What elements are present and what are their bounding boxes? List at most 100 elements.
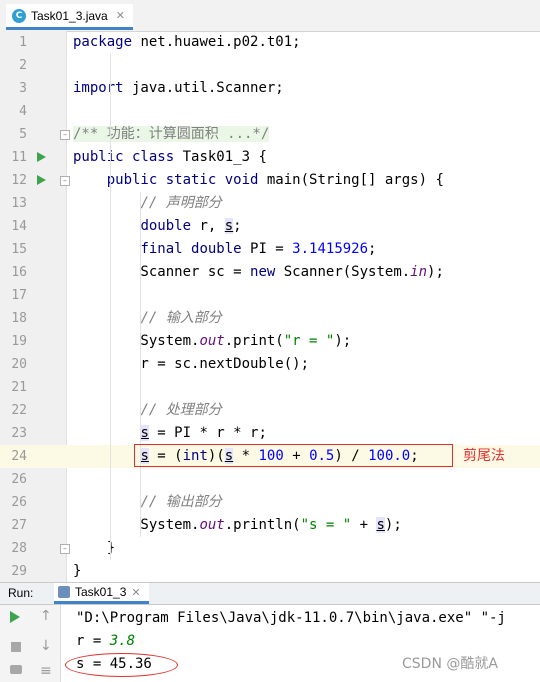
code-line[interactable]: 14 double r, s; bbox=[0, 215, 540, 238]
code-text: // 声明部分 bbox=[140, 195, 222, 211]
result-ellipse bbox=[65, 653, 178, 677]
line-number: 18 bbox=[11, 311, 27, 326]
code-text: public static void main(String[] args) { bbox=[106, 172, 444, 188]
watermark: CSDN @酷就A bbox=[402, 656, 498, 672]
code-line[interactable]: 26 bbox=[0, 468, 540, 491]
editor-tab-label: Task01_3.java bbox=[31, 8, 108, 23]
console-toolbar: ↑ ↓ ≡ bbox=[0, 605, 61, 682]
input-prompt: r = bbox=[76, 633, 110, 649]
code-line[interactable]: 21 bbox=[0, 376, 540, 399]
code-line[interactable]: 5 –/** 功能：计算圆面积 ...*/ bbox=[0, 123, 540, 146]
code-text: } bbox=[73, 540, 116, 556]
line-number: 28 bbox=[11, 541, 27, 556]
run-gutter-icon[interactable] bbox=[37, 152, 46, 162]
code-line[interactable]: 22 // 处理部分 bbox=[0, 399, 540, 422]
code-text: System.out.println("s = " + s); bbox=[73, 517, 402, 533]
line-number: 13 bbox=[11, 196, 27, 211]
code-text: Scanner sc = new Scanner(System.in); bbox=[73, 264, 444, 280]
line-number: 19 bbox=[11, 334, 27, 349]
code-text: double r, s; bbox=[140, 218, 242, 234]
code-line[interactable]: 3 import java.util.Scanner; bbox=[0, 77, 540, 100]
line-number: 26 bbox=[11, 495, 27, 510]
editor-tab-task01-3[interactable]: C Task01_3.java ✕ bbox=[6, 4, 133, 30]
code-line[interactable]: 27 System.out.println("s = " + s); bbox=[0, 514, 540, 537]
code-line[interactable]: 16 Scanner sc = new Scanner(System.in); bbox=[0, 261, 540, 284]
line-number: 20 bbox=[11, 357, 27, 372]
run-tool-bar: Run: Task01_3 ✕ bbox=[0, 582, 540, 605]
indent-guide bbox=[110, 54, 111, 560]
line-number: 24 bbox=[11, 449, 27, 464]
run-tab-label: Task01_3 bbox=[75, 585, 127, 599]
line-number: 12 bbox=[11, 173, 27, 188]
console-command-line: "D:\Program Files\Java\jdk-11.0.7\bin\ja… bbox=[76, 610, 506, 626]
code-text: // 输出部分 bbox=[140, 494, 222, 510]
code-line[interactable]: 18 // 输入部分 bbox=[0, 307, 540, 330]
code-text: import java.util.Scanner; bbox=[73, 80, 284, 96]
rerun-icon[interactable] bbox=[10, 611, 20, 623]
code-text: r = sc.nextDouble(); bbox=[73, 356, 310, 372]
fold-icon[interactable]: – bbox=[60, 176, 70, 186]
annotation-note: 剪尾法 bbox=[463, 448, 505, 464]
code-text: System.out.print("r = "); bbox=[73, 333, 352, 349]
indent-guide bbox=[140, 192, 141, 537]
input-value: 3.8 bbox=[109, 633, 136, 649]
line-number: 22 bbox=[11, 403, 27, 418]
code-line[interactable]: 17 bbox=[0, 284, 540, 307]
soft-wrap-icon[interactable]: ≡ bbox=[40, 663, 52, 679]
line-number: 23 bbox=[11, 426, 27, 441]
line-number: 21 bbox=[11, 380, 27, 395]
code-text: s = PI * r * r; bbox=[140, 425, 267, 441]
line-number: 1 bbox=[19, 35, 27, 50]
console-input-line: r = 3.8 bbox=[76, 630, 135, 653]
run-config-icon bbox=[58, 586, 70, 598]
line-number: 16 bbox=[11, 265, 27, 280]
line-number: 5 bbox=[19, 127, 27, 142]
code-text: public class Task01_3 { bbox=[73, 149, 267, 165]
close-icon[interactable]: ✕ bbox=[116, 9, 125, 22]
line-number: 14 bbox=[11, 219, 27, 234]
line-number: 3 bbox=[19, 81, 27, 96]
code-line[interactable]: 26 // 输出部分 bbox=[0, 491, 540, 514]
line-number: 29 bbox=[11, 564, 27, 579]
code-text: /** 功能：计算圆面积 ...*/ bbox=[73, 126, 270, 142]
arrow-down-icon[interactable]: ↓ bbox=[40, 638, 52, 654]
line-number: 26 bbox=[11, 472, 27, 487]
line-number: 4 bbox=[19, 104, 27, 119]
code-line[interactable]: 13 // 声明部分 bbox=[0, 192, 540, 215]
fold-icon[interactable]: – bbox=[60, 130, 70, 140]
run-label: Run: bbox=[8, 586, 34, 600]
line-number: 17 bbox=[11, 288, 27, 303]
code-line[interactable]: 28 – } bbox=[0, 537, 540, 560]
stop-icon[interactable] bbox=[11, 642, 21, 652]
line-number: 27 bbox=[11, 518, 27, 533]
code-line[interactable]: 29} bbox=[0, 560, 540, 583]
code-text: package net.huawei.p02.t01; bbox=[73, 34, 301, 50]
run-console[interactable]: ↑ ↓ ≡ "D:\Program Files\Java\jdk-11.0.7\… bbox=[0, 605, 540, 682]
code-line[interactable]: 2 bbox=[0, 54, 540, 77]
close-icon[interactable]: ✕ bbox=[131, 586, 140, 599]
code-text: // 处理部分 bbox=[140, 402, 222, 418]
run-gutter-icon[interactable] bbox=[37, 175, 46, 185]
code-line[interactable]: 20 r = sc.nextDouble(); bbox=[0, 353, 540, 376]
code-line[interactable]: 15 final double PI = 3.1415926; bbox=[0, 238, 540, 261]
code-line[interactable]: 23 s = PI * r * r; bbox=[0, 422, 540, 445]
line-number: 11 bbox=[11, 150, 27, 165]
fold-icon[interactable]: – bbox=[60, 544, 70, 554]
code-text: // 输入部分 bbox=[140, 310, 222, 326]
code-line[interactable]: 11 public class Task01_3 { bbox=[0, 146, 540, 169]
code-line[interactable]: 12 – public static void main(String[] arg… bbox=[0, 169, 540, 192]
code-line[interactable]: 1 package net.huawei.p02.t01; bbox=[0, 31, 540, 54]
editor-tab-bar: C Task01_3.java ✕ bbox=[0, 0, 540, 32]
camera-icon[interactable] bbox=[10, 665, 22, 674]
run-tab-task01-3[interactable]: Task01_3 ✕ bbox=[54, 583, 149, 604]
java-class-icon: C bbox=[12, 8, 26, 23]
line-number: 15 bbox=[11, 242, 27, 257]
code-line[interactable]: 19 System.out.print("r = "); bbox=[0, 330, 540, 353]
code-text: } bbox=[73, 563, 82, 579]
code-editor[interactable]: 1 package net.huawei.p02.t01; 2 3 import jav… bbox=[0, 31, 540, 582]
arrow-up-icon[interactable]: ↑ bbox=[40, 608, 52, 624]
line-number: 2 bbox=[19, 58, 27, 73]
code-text: final double PI = 3.1415926; bbox=[140, 241, 377, 257]
highlight-box bbox=[134, 444, 453, 467]
code-line[interactable]: 4 bbox=[0, 100, 540, 123]
